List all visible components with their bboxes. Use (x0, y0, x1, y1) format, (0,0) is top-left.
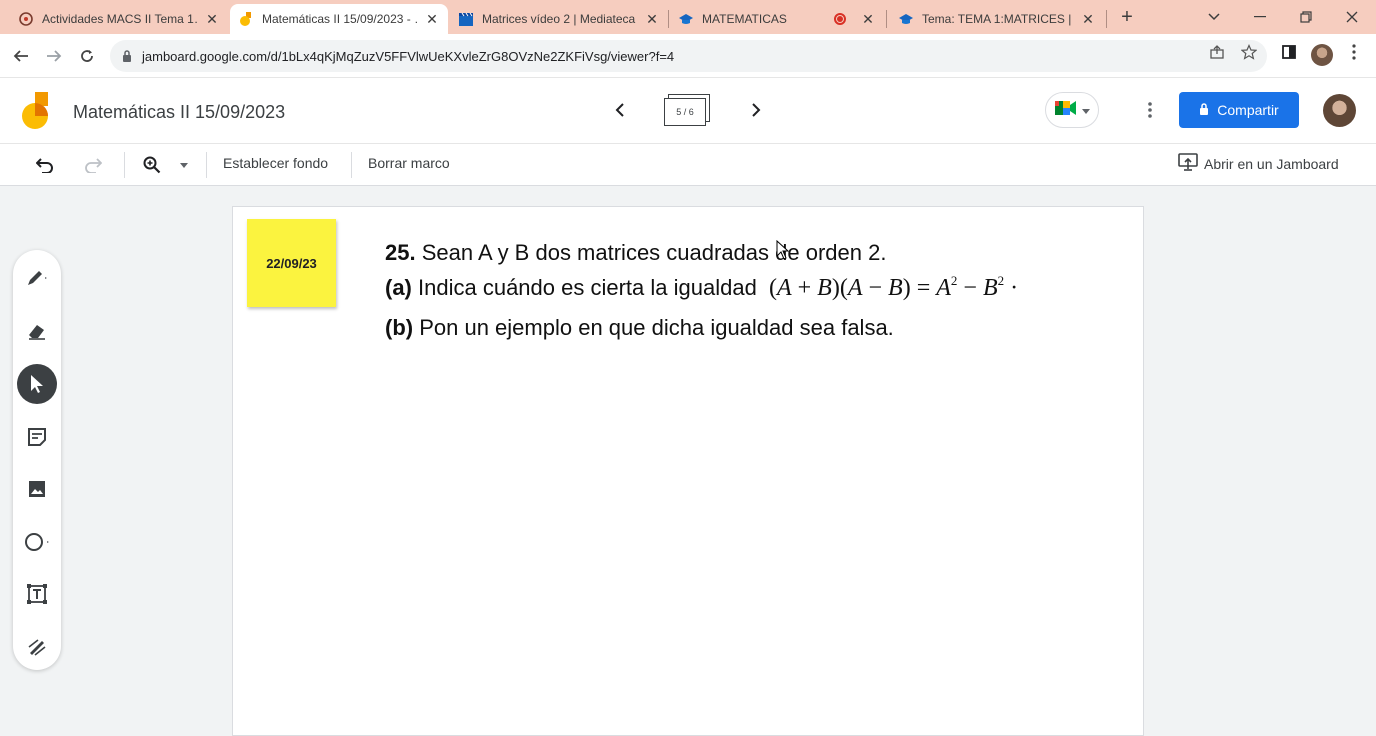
close-tab-icon[interactable]: ✕ (644, 11, 660, 27)
reload-icon[interactable] (75, 44, 99, 68)
share-page-icon[interactable] (1207, 42, 1227, 62)
tab-matematicas[interactable]: MATEMATICAS ✕ (670, 4, 884, 34)
redo-icon[interactable] (81, 153, 105, 177)
pen-tool-icon[interactable] (17, 258, 57, 298)
mouse-cursor-icon (776, 239, 790, 260)
problem-part-a: (a) Indica cuándo es cierta la igualdad … (385, 267, 1018, 302)
close-tab-icon[interactable]: ✕ (204, 11, 220, 27)
open-in-jamboard-label: Abrir en un Jamboard (1204, 155, 1339, 172)
minimize-icon[interactable] (1249, 6, 1271, 28)
toolbar-divider (351, 152, 352, 178)
eraser-tool-icon[interactable] (17, 311, 57, 351)
open-in-app-icon (1178, 153, 1198, 174)
laser-tool-icon[interactable] (17, 627, 57, 667)
problem-intro: Sean A y B dos matrices cuadradas de ord… (421, 240, 887, 265)
problem-part-b: (b) Pon un ejemplo en que dicha igualdad… (385, 314, 1018, 342)
bookmark-star-icon[interactable] (1239, 42, 1259, 62)
part-b-text: Pon un ejemplo en que dicha igualdad sea… (419, 315, 894, 340)
chevron-down-icon (1082, 101, 1090, 119)
toolbar-divider (124, 152, 125, 178)
browser-tab-strip: Actividades MACS II Tema 1… ✕ Matemática… (0, 0, 1376, 34)
document-title[interactable]: Matemáticas II 15/09/2023 (73, 102, 285, 123)
text-box-tool-icon[interactable] (17, 574, 57, 614)
share-label: Compartir (1217, 102, 1279, 118)
restore-icon[interactable] (1295, 6, 1317, 28)
close-tab-icon[interactable]: ✕ (1080, 11, 1096, 27)
browser-menu-icon[interactable] (1344, 42, 1364, 62)
course-icon (18, 11, 34, 27)
toolbar-divider (206, 152, 207, 178)
address-bar-row: jamboard.google.com/d/1bLx4qKjMqZuzV5FFV… (0, 34, 1376, 78)
frame-bar-button[interactable]: 5 / 6 (664, 94, 710, 126)
profile-avatar[interactable] (1311, 44, 1333, 66)
classroom-cap-icon (678, 11, 694, 27)
close-tab-icon[interactable]: ✕ (424, 11, 440, 27)
sticky-note[interactable]: 22/09/23 (247, 219, 336, 307)
tab-tema-matrices[interactable]: Tema: TEMA 1:MATRICES | 2… ✕ (890, 4, 1104, 34)
next-frame-button[interactable] (744, 98, 768, 122)
tab-actividades[interactable]: Actividades MACS II Tema 1… ✕ (10, 4, 228, 34)
part-a-label: (a) (385, 275, 412, 300)
tab-divider (886, 10, 887, 28)
share-button[interactable]: Compartir (1179, 92, 1299, 128)
jamboard-toolbar: Establecer fondo Borrar marco Abrir en u… (0, 144, 1376, 186)
undo-icon[interactable] (33, 153, 57, 177)
part-b-label: (b) (385, 315, 414, 340)
forward-icon[interactable] (42, 44, 66, 68)
frame-indicator: 5 / 6 (664, 98, 706, 126)
classroom-cap-icon (898, 11, 914, 27)
url-field[interactable]: jamboard.google.com/d/1bLx4qKjMqZuzV5FFV… (110, 40, 1267, 72)
tab-title: Actividades MACS II Tema 1… (42, 12, 198, 26)
more-options-icon[interactable] (1138, 98, 1162, 122)
part-a-text: Indica cuándo es cierta la igualdad (418, 275, 757, 300)
meet-button[interactable] (1045, 92, 1099, 128)
previous-frame-button[interactable] (608, 98, 632, 122)
new-tab-button[interactable]: + (1116, 6, 1138, 28)
jamboard-header: Matemáticas II 15/09/2023 5 / 6 Comparti… (0, 78, 1376, 144)
back-icon[interactable] (9, 44, 33, 68)
jamboard-icon (238, 11, 254, 27)
open-in-jamboard-button[interactable]: Abrir en un Jamboard (1178, 153, 1339, 174)
tool-rail (13, 250, 61, 670)
tab-mediateca[interactable]: Matrices vídeo 2 | Mediateca ✕ (450, 4, 668, 34)
tab-title: MATEMATICAS (702, 12, 787, 26)
url-text: jamboard.google.com/d/1bLx4qKjMqZuzV5FFV… (142, 48, 675, 64)
zoom-icon[interactable] (140, 153, 164, 177)
close-tab-icon[interactable]: ✕ (860, 11, 876, 27)
jamboard-logo[interactable] (22, 92, 50, 130)
clapper-icon (458, 11, 474, 27)
lock-icon (122, 50, 132, 62)
account-avatar[interactable] (1323, 94, 1356, 127)
tab-search-icon[interactable] (1203, 6, 1225, 28)
tab-divider (1106, 10, 1107, 28)
zoom-dropdown-icon[interactable] (174, 153, 194, 177)
identity-formula: (A + B)(A − B) = A2 − B2 · (762, 273, 1019, 301)
tab-title: Matrices vídeo 2 | Mediateca (482, 12, 636, 26)
tab-title: Matemáticas II 15/09/2023 - … (262, 12, 418, 26)
set-background-button[interactable]: Establecer fondo (223, 155, 328, 171)
sticky-note-tool-icon[interactable] (17, 417, 57, 457)
side-panel-icon[interactable] (1279, 42, 1299, 62)
recording-icon (834, 13, 846, 25)
meet-icon (1054, 99, 1078, 122)
tab-jamboard[interactable]: Matemáticas II 15/09/2023 - … ✕ (230, 4, 448, 34)
close-window-icon[interactable] (1341, 6, 1363, 28)
select-tool-icon[interactable] (17, 364, 57, 404)
clear-frame-button[interactable]: Borrar marco (368, 155, 450, 171)
image-tool-icon[interactable] (17, 469, 57, 509)
problem-intro-line: 25. Sean A y B dos matrices cuadradas de… (385, 239, 1018, 267)
lock-icon (1199, 102, 1209, 118)
problem-image[interactable]: 25. Sean A y B dos matrices cuadradas de… (385, 239, 1018, 342)
problem-number: 25. (385, 240, 416, 265)
circle-shape-tool-icon[interactable] (17, 522, 57, 562)
tab-divider (668, 10, 669, 28)
tab-title: Tema: TEMA 1:MATRICES | 2… (922, 12, 1074, 26)
